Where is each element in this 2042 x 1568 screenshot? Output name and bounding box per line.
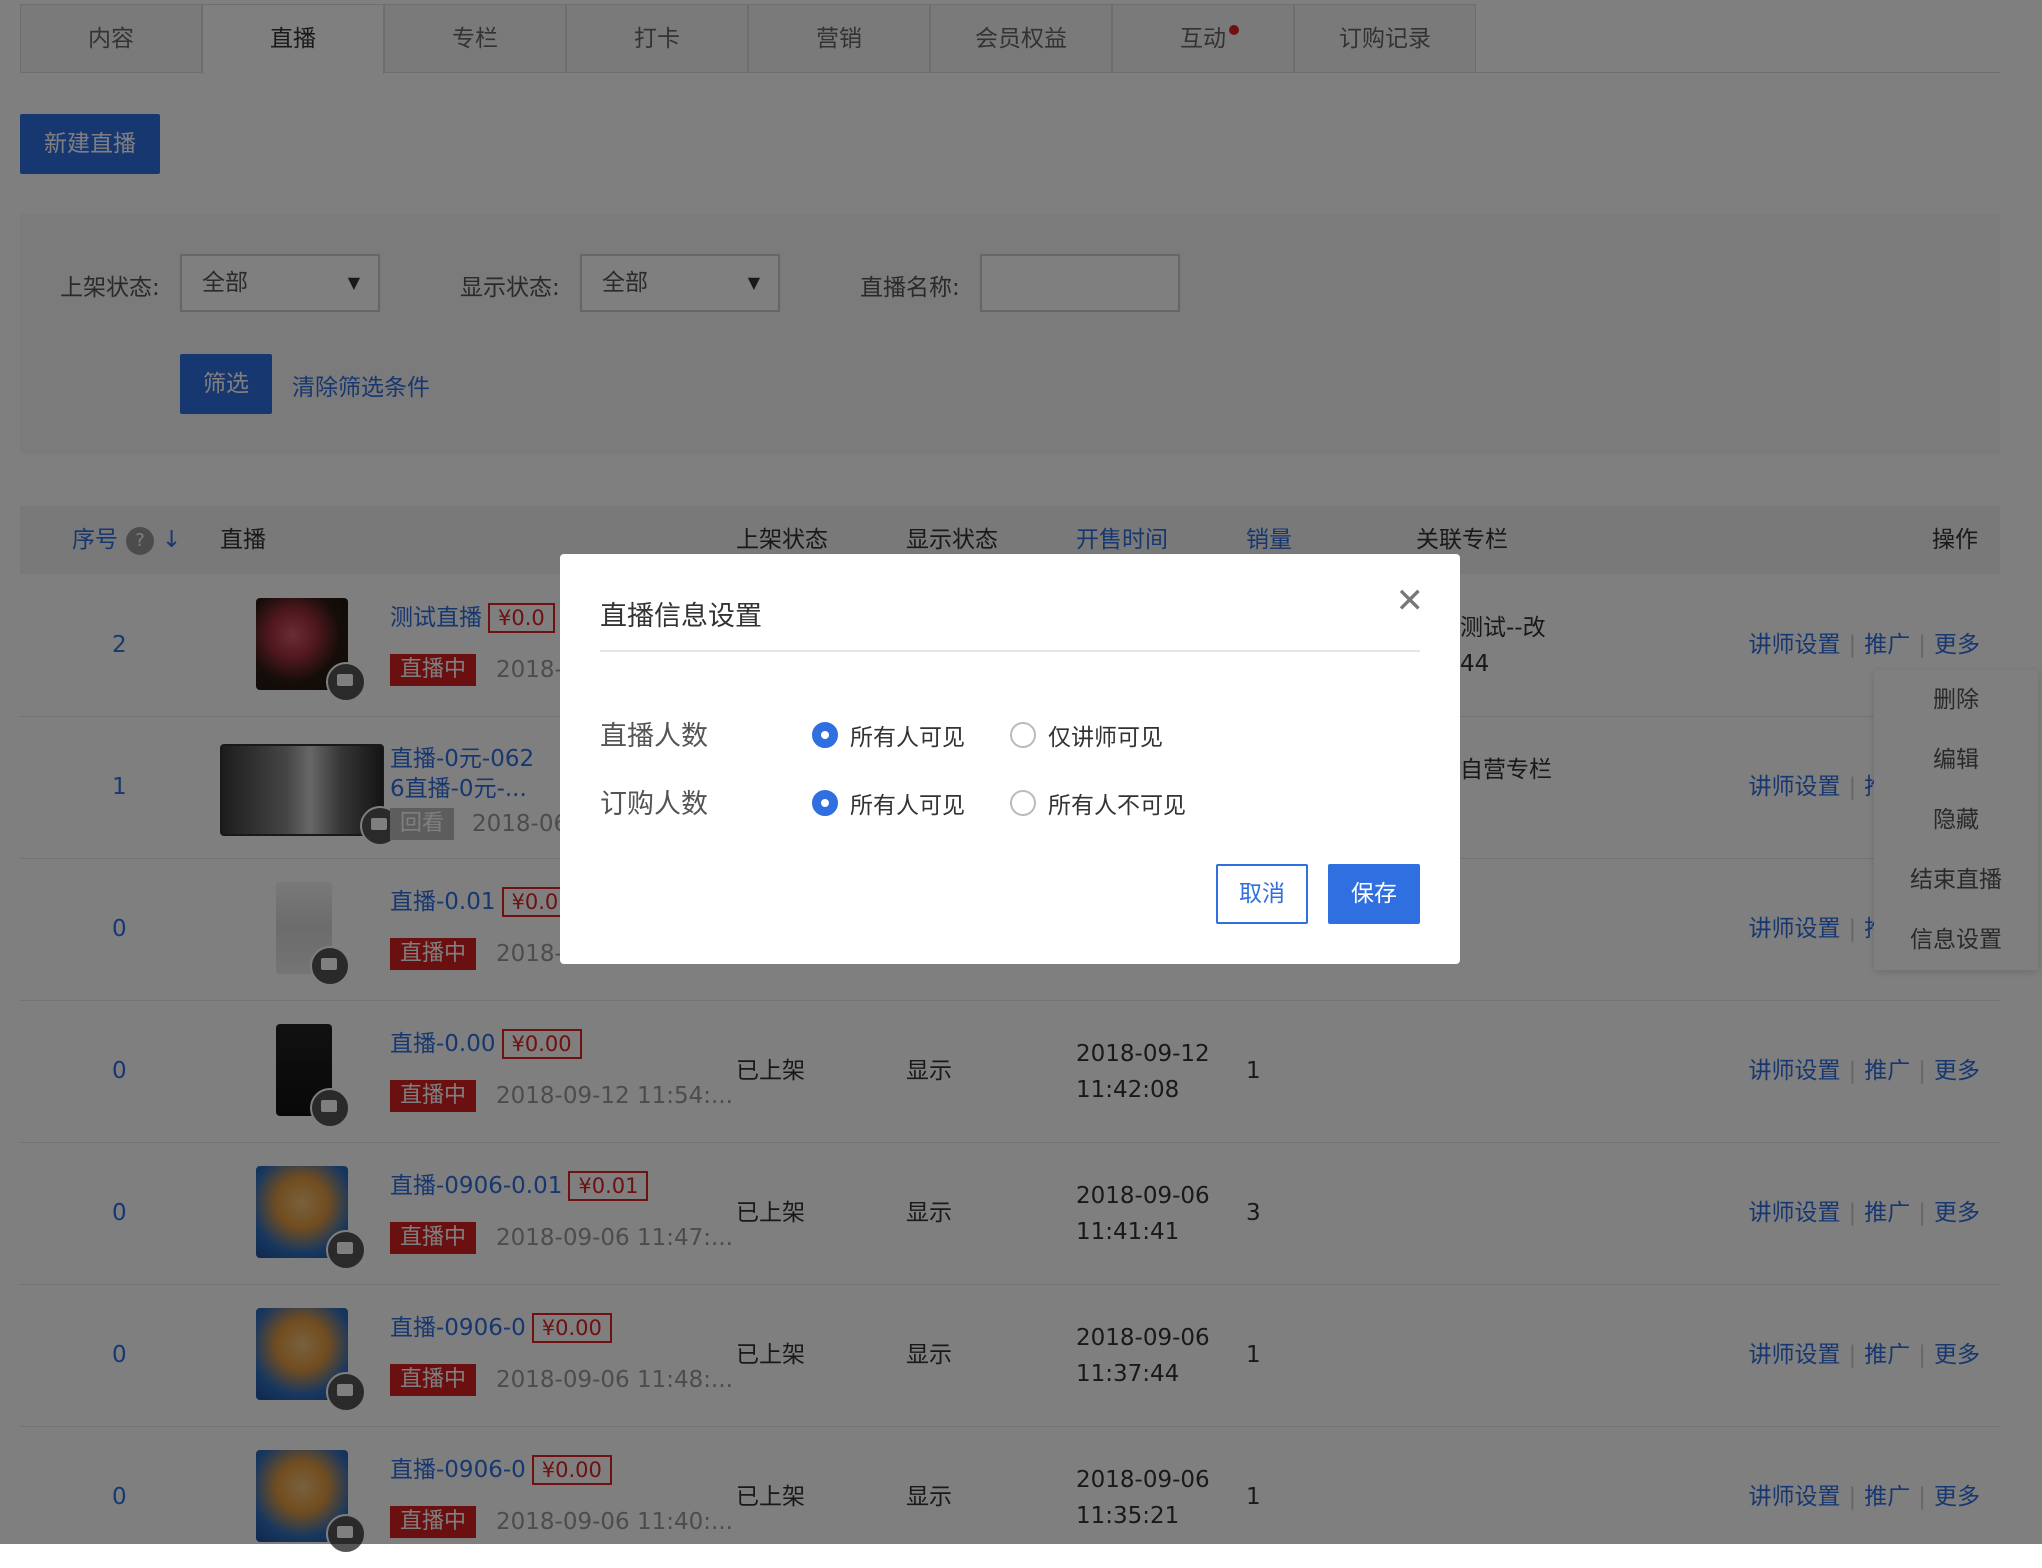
close-icon[interactable]: ✕ <box>1396 584 1425 618</box>
radio-label[interactable]: 所有人可见 <box>850 718 965 752</box>
save-button[interactable]: 保存 <box>1328 864 1420 924</box>
live-info-settings-dialog: 直播信息设置 ✕ 直播人数 所有人可见 仅讲师可见 订购人数 所有人可见 所有人… <box>560 554 1460 964</box>
radio-live-count-all-visible[interactable] <box>812 722 838 748</box>
radio-live-count-lecturer-only[interactable] <box>1010 722 1036 748</box>
radio-label[interactable]: 所有人可见 <box>850 786 965 820</box>
radio-order-count-all-visible[interactable] <box>812 790 838 816</box>
live-count-label: 直播人数 <box>600 721 708 752</box>
dialog-title: 直播信息设置 <box>600 601 762 632</box>
cancel-button[interactable]: 取消 <box>1216 864 1308 924</box>
radio-order-count-all-hidden[interactable] <box>1010 790 1036 816</box>
divider <box>600 650 1420 652</box>
radio-label[interactable]: 所有人不可见 <box>1048 786 1186 820</box>
radio-label[interactable]: 仅讲师可见 <box>1048 718 1163 752</box>
order-count-label: 订购人数 <box>600 789 708 820</box>
